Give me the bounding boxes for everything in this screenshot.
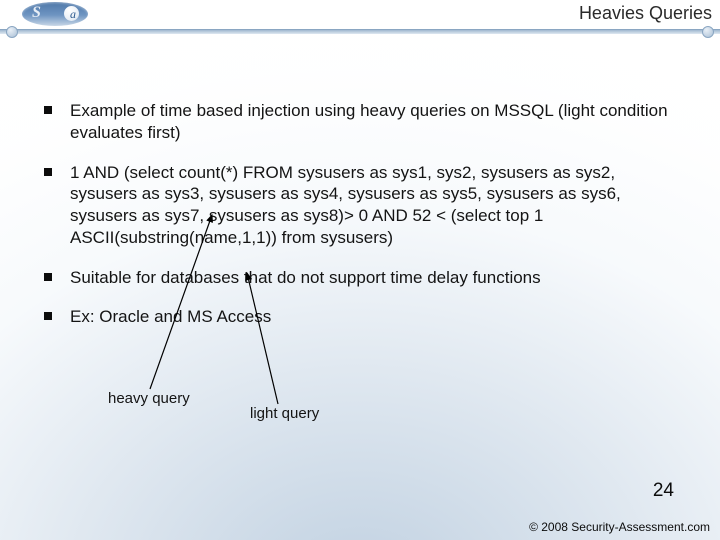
bullet-item: Ex: Oracle and MS Access	[40, 306, 680, 328]
divider-knob-right	[702, 26, 714, 38]
logo-letter-a: a	[70, 7, 76, 22]
slide-title: Heavies Queries	[579, 3, 712, 24]
header-bar: S a Heavies Queries	[0, 0, 720, 30]
slide-body: Example of time based injection using he…	[40, 100, 680, 346]
logo: S a	[22, 2, 88, 26]
bullet-item: 1 AND (select count(*) FROM sysusers as …	[40, 162, 680, 249]
bullet-list: Example of time based injection using he…	[40, 100, 680, 328]
annotation-heavy-query: heavy query	[108, 390, 190, 407]
page-number: 24	[653, 480, 674, 502]
logo-letter-s: S	[32, 4, 41, 22]
annotation-light-query: light query	[250, 405, 319, 422]
bullet-item: Suitable for databases that do not suppo…	[40, 267, 680, 289]
header-divider	[0, 29, 720, 34]
divider-knob-left	[6, 26, 18, 38]
footer-copyright: © 2008 Security-Assessment.com	[529, 520, 710, 534]
bullet-item: Example of time based injection using he…	[40, 100, 680, 144]
